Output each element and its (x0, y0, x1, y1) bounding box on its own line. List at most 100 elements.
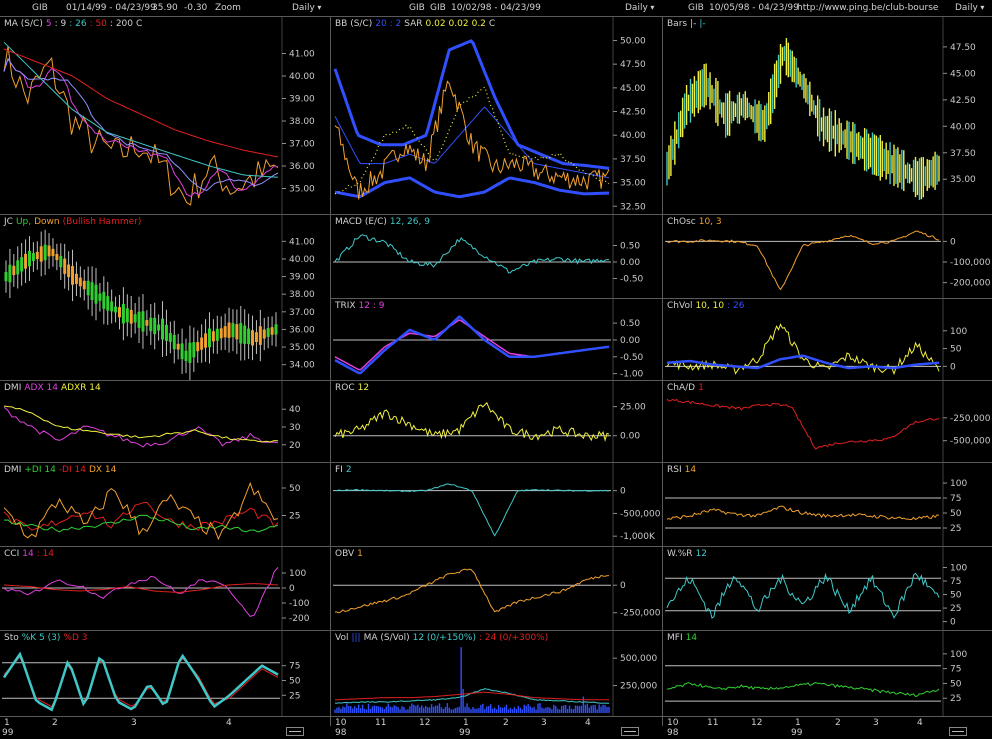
chart-chad: -250,000 -500,000 (666, 381, 991, 463)
pane-chosc[interactable]: ChOsc 10, 3 0 -100,000 -200,000 (663, 214, 992, 299)
y-tick-label: 39.00 (289, 95, 315, 105)
volume-bar (604, 705, 606, 713)
volume-bar (560, 705, 563, 713)
y-tick-label: 42.50 (620, 108, 646, 118)
x-tick-label: 3 (131, 718, 137, 728)
plus-di-line (3, 514, 279, 533)
ma9-line (3, 57, 279, 192)
vol-ma24-line (335, 691, 609, 701)
y-tick-label: 40 (289, 405, 301, 415)
col1-period-select[interactable]: Daily (292, 3, 321, 13)
chosc-line (666, 230, 940, 291)
pane-obv[interactable]: OBV 1 0 -250,000 (331, 546, 662, 631)
pane-bars[interactable]: Bars |- |- 47.50 45.00 42.50 40.00 37.50 35.00 (663, 16, 992, 215)
col1-change: -0.30 (184, 3, 208, 13)
volume-bar (424, 705, 427, 713)
volume-bar (369, 708, 372, 713)
x-tick-label: 12 (751, 718, 763, 728)
pane-bb[interactable]: BB (S/C) 20 : 2 SAR 0.02 0.02 0.2 C 50.00 47.50 4… (331, 16, 662, 215)
ma50-line (3, 48, 279, 158)
candle-body (137, 311, 141, 328)
candle-body (149, 317, 153, 332)
pane-ma[interactable]: MA (S/C) 5: 9: 26: 50: 200 C 41.00 40.00 39.0… (0, 16, 330, 215)
pane-mfi[interactable]: MFI 14 100 75 50 25 (663, 630, 992, 717)
volume-bar (608, 706, 610, 713)
bb-upper-line (333, 39, 610, 170)
candle-body (82, 280, 86, 290)
y-tick-label: 100 (950, 327, 967, 337)
volume-bar (336, 707, 338, 713)
pane-dmi1[interactable]: DMI ADX 14 ADXR 14 40 30 20 (0, 380, 330, 463)
chart-dmi2: 50 25 (3, 463, 301, 547)
pane-sto[interactable]: Sto %K 5 (3) %D 3 75 50 25 (0, 630, 330, 717)
volume-bar (401, 706, 403, 713)
volume-bar (578, 706, 581, 713)
dx-line (3, 481, 279, 541)
pane-dmi2[interactable]: DMI +DI 14 -DI 14 DX 14 50 25 (0, 462, 330, 547)
volume-bar (365, 709, 368, 713)
candle-body (106, 296, 110, 311)
col2-scroll-control[interactable] (621, 727, 639, 736)
chart-ma: 41.00 40.00 39.00 38.00 37.00 36.00 35.00 (3, 17, 315, 215)
col3-period-select[interactable]: Daily (955, 3, 984, 13)
volume-bar (454, 707, 456, 713)
candle-body (102, 291, 106, 309)
candle-body (31, 253, 35, 261)
candle-body (74, 273, 78, 284)
x-year-label: 99 (791, 728, 803, 738)
pane-fi[interactable]: FI 2 0 -500,000 -1,000K (331, 462, 662, 547)
col2-period-select[interactable]: Daily (625, 3, 654, 13)
y-tick-label: -500,000 (620, 509, 661, 519)
volume-bar (361, 704, 364, 713)
volume-bar (566, 708, 569, 713)
pane-jc[interactable]: JC Up, Down (Bullish Hammer) 41.00 40.00 39.00… (0, 214, 330, 381)
x-tick-label: 4 (917, 718, 923, 728)
pane-chad[interactable]: ChA/D 1 -250,000 -500,000 (663, 380, 992, 463)
col3-scroll-control[interactable] (949, 727, 967, 736)
pane-chvol[interactable]: ChVol 10, 10: 26 100 50 0 (663, 298, 992, 381)
y-tick-label: 38.00 (289, 117, 315, 127)
y-tick-label: 37.50 (950, 149, 976, 159)
volume-bar (545, 707, 547, 713)
volume-bar (515, 708, 518, 713)
chart-rsi: 100 75 50 25 (665, 463, 967, 547)
y-tick-label: -200,000 (950, 279, 991, 289)
volume-bar (379, 706, 382, 713)
pane-rsi[interactable]: RSI 14 100 75 50 25 (663, 462, 992, 547)
pane-cci[interactable]: CCI 14: 14 100 0 -100 -200 (0, 546, 330, 631)
volume-bar (448, 707, 451, 713)
candle-body (219, 328, 223, 339)
y-tick-label: 36.00 (289, 325, 315, 335)
volume-bar (509, 707, 512, 713)
zoom-button[interactable]: Zoom (215, 3, 241, 13)
y-tick-label: 20 (289, 441, 301, 451)
col2-symbol: GIB (409, 3, 425, 13)
y-tick-label: 75 (950, 665, 961, 675)
y-tick-label: 36.00 (289, 162, 315, 172)
candle-body (55, 253, 59, 261)
pane-trix[interactable]: TRIX 12 : 9 0.50 0.00 -0.50 -1.00 (331, 298, 662, 381)
y-tick-label: 0 (289, 584, 295, 594)
pane-vol[interactable]: Vol ||| MA (S/Vol) 12 (0/+150%): 24 (0/+300… (331, 630, 662, 717)
x-tick-label: 1 (795, 718, 801, 728)
volume-bar (430, 704, 433, 713)
pane-macd[interactable]: MACD (E/C) 12, 26, 9 0.50 0.00 -0.50 (331, 214, 662, 299)
x-tick-label: 1 (463, 718, 469, 728)
y-tick-label: 25 (950, 694, 961, 704)
volume-bar (564, 704, 567, 713)
volume-bar (434, 705, 437, 713)
volume-bar (355, 708, 358, 713)
y-tick-label: -1,000K (620, 532, 656, 542)
pane-roc[interactable]: ROC 12 25.00 0.00 (331, 380, 662, 463)
candle-body (20, 257, 24, 272)
volume-bar (377, 706, 380, 713)
volume-bar (344, 707, 346, 713)
y-tick-label: 250,000 (620, 682, 657, 692)
col1-scroll-control[interactable] (286, 727, 304, 736)
pane-wr[interactable]: W.%R 12 100 75 50 25 0 (663, 546, 992, 631)
col3-symbol: GIB (688, 3, 704, 13)
col1-xaxis: 1 2 3 4 99 (0, 716, 330, 739)
candle-body (180, 343, 184, 360)
col3-url[interactable]: http://www.ping.be/club-bourse (797, 3, 938, 13)
y-tick-label: 0 (950, 618, 956, 628)
